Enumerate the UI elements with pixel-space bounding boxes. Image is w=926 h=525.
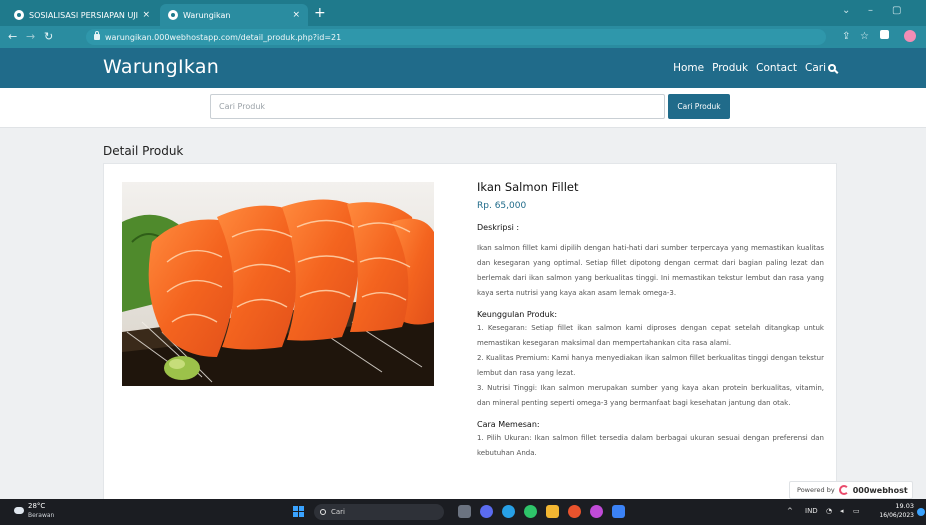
weather-desc: Berawan bbox=[28, 512, 55, 519]
search-icon bbox=[828, 64, 836, 72]
product-info: Ikan Salmon Fillet Rp. 65,000 Deskripsi … bbox=[477, 180, 824, 461]
nav-cari[interactable]: Cari bbox=[805, 62, 836, 74]
language-indicator[interactable]: IND bbox=[805, 507, 818, 515]
taskbar-search[interactable]: Cari bbox=[314, 504, 444, 520]
task-view-icon[interactable] bbox=[458, 505, 471, 518]
address-bar-row: ← → ↻ warungikan.000webhostapp.com/detai… bbox=[0, 26, 926, 48]
tray-caret-icon[interactable]: ^ bbox=[787, 507, 793, 515]
search-band: Cari Produk bbox=[0, 88, 926, 128]
nav-contact[interactable]: Contact bbox=[756, 62, 797, 74]
advantages-heading: Keunggulan Produk: bbox=[477, 310, 558, 319]
salmon-sashimi-illustration bbox=[122, 182, 434, 386]
app-icon[interactable] bbox=[590, 505, 603, 518]
tab-close-icon[interactable]: × bbox=[292, 10, 300, 20]
webhost-logo-icon bbox=[838, 485, 849, 495]
minimize-button[interactable]: – bbox=[868, 5, 873, 16]
tab-search-icon[interactable]: ⌄ bbox=[842, 5, 850, 16]
store-icon[interactable] bbox=[612, 505, 625, 518]
tab-warungikan[interactable]: Warungikan × bbox=[160, 4, 308, 26]
chrome-icon[interactable] bbox=[568, 505, 581, 518]
brand-logo[interactable]: WarungIkan bbox=[103, 56, 219, 78]
advantage-item: 3. Nutrisi Tinggi: Ikan salmon merupakan… bbox=[477, 384, 824, 407]
nav-cari-label: Cari bbox=[805, 62, 826, 74]
back-arrow-icon[interactable]: ← bbox=[8, 30, 17, 44]
tab-label: SOSIALISASI PERSIAPAN UJI KOM bbox=[29, 10, 139, 20]
description-heading: Deskripsi : bbox=[477, 223, 520, 232]
profile-avatar[interactable] bbox=[904, 30, 916, 42]
search-button[interactable]: Cari Produk bbox=[668, 94, 730, 119]
meet-icon[interactable] bbox=[480, 505, 493, 518]
nav-produk[interactable]: Produk bbox=[712, 62, 748, 74]
section-title: Detail Produk bbox=[103, 144, 184, 158]
windows-start-icon[interactable] bbox=[293, 506, 305, 518]
nav-home[interactable]: Home bbox=[673, 62, 704, 74]
sidebar-toggle-icon[interactable] bbox=[880, 30, 889, 39]
product-card: Ikan Salmon Fillet Rp. 65,000 Deskripsi … bbox=[103, 163, 837, 503]
cloud-icon[interactable] bbox=[14, 507, 24, 514]
volume-icon[interactable]: ◂ bbox=[840, 507, 844, 515]
wifi-icon[interactable]: ◔ bbox=[826, 507, 832, 515]
product-name: Ikan Salmon Fillet bbox=[477, 180, 579, 194]
product-image bbox=[122, 182, 434, 386]
powered-by-badge[interactable]: Powered by 000webhost bbox=[789, 481, 913, 499]
powered-by-label: Powered by bbox=[797, 486, 835, 494]
advantage-item: 1. Kesegaran: Setiap fillet ikan salmon … bbox=[477, 324, 824, 347]
main-nav: Home Produk Contact Cari bbox=[673, 62, 836, 74]
clock-time[interactable]: 19.03 bbox=[880, 502, 914, 510]
reload-icon[interactable]: ↻ bbox=[44, 30, 53, 44]
file-explorer-icon[interactable] bbox=[546, 505, 559, 518]
chat-icon[interactable] bbox=[524, 505, 537, 518]
globe-icon bbox=[168, 10, 178, 20]
order-heading: Cara Memesan: bbox=[477, 420, 540, 429]
webhost-logo-text: 000webhost bbox=[852, 485, 908, 495]
url-text: warungikan.000webhostapp.com/detail_prod… bbox=[105, 32, 342, 42]
maximize-button[interactable]: ▢ bbox=[892, 5, 901, 16]
order-step: 1. Pilih Ukuran: Ikan salmon fillet ters… bbox=[477, 434, 824, 457]
search-icon bbox=[320, 509, 326, 515]
description-text: Ikan salmon fillet kami dipilih dengan h… bbox=[477, 244, 824, 297]
browser-tab-strip: SOSIALISASI PERSIAPAN UJI KOM × Warungik… bbox=[0, 0, 926, 26]
lock-icon bbox=[94, 31, 100, 40]
share-icon[interactable]: ⇪ bbox=[842, 30, 850, 44]
edge-icon[interactable] bbox=[502, 505, 515, 518]
forward-arrow-icon[interactable]: → bbox=[26, 30, 35, 44]
new-tab-button[interactable]: + bbox=[314, 5, 326, 21]
taskbar-search-label: Cari bbox=[331, 508, 345, 516]
product-price: Rp. 65,000 bbox=[477, 201, 527, 211]
tab-label: Warungikan bbox=[183, 10, 231, 20]
globe-icon bbox=[14, 10, 24, 20]
search-input[interactable] bbox=[210, 94, 665, 119]
tab-sosialisasi[interactable]: SOSIALISASI PERSIAPAN UJI KOM × bbox=[6, 4, 158, 26]
tab-close-icon[interactable]: × bbox=[142, 10, 150, 20]
weather-temp[interactable]: 28°C bbox=[28, 502, 45, 510]
clock-date[interactable]: 16/06/2023 bbox=[866, 512, 914, 519]
advantage-item: 2. Kualitas Premium: Kami hanya menyedia… bbox=[477, 354, 824, 377]
windows-taskbar: 28°C Berawan Cari ^ IND ◔ ◂ ▭ 19.03 16/0… bbox=[0, 499, 926, 525]
bookmark-star-icon[interactable]: ☆ bbox=[860, 30, 869, 44]
site-header: WarungIkan Home Produk Contact Cari bbox=[0, 48, 926, 88]
battery-icon[interactable]: ▭ bbox=[853, 507, 860, 515]
notification-icon[interactable] bbox=[917, 508, 925, 516]
url-bar[interactable]: warungikan.000webhostapp.com/detail_prod… bbox=[86, 29, 826, 45]
